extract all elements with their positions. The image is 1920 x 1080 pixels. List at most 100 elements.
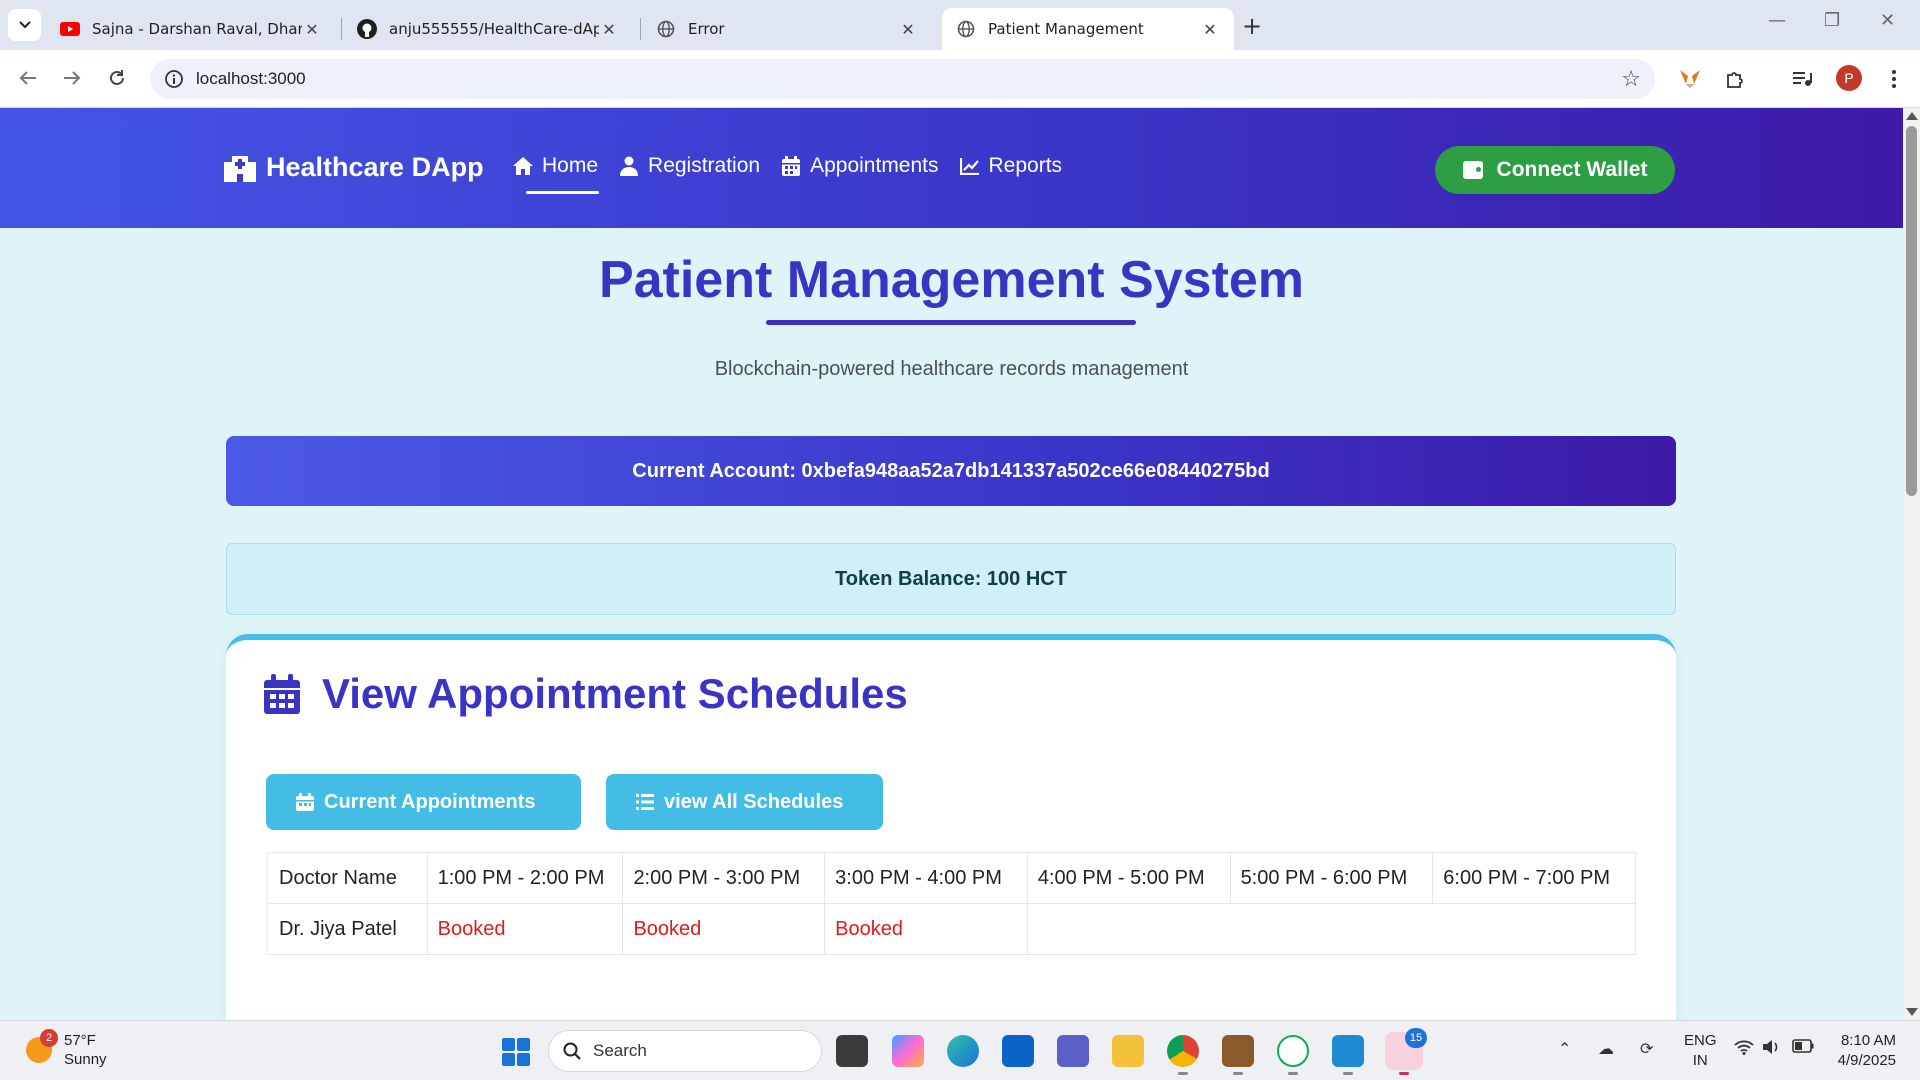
file-explorer-icon[interactable] (1112, 1035, 1144, 1067)
browser-menu-icon[interactable] (1880, 65, 1908, 93)
nav-item-home[interactable]: Home (512, 154, 600, 194)
tab-title: Patient Management (988, 20, 1144, 38)
extensions-puzzle-icon[interactable] (1722, 65, 1750, 93)
task-view-icon[interactable] (836, 1035, 868, 1067)
scroll-down-arrow-icon[interactable] (1906, 1008, 1918, 1016)
new-tab-button[interactable]: + (1242, 12, 1262, 40)
language-code: ENG (1684, 1032, 1717, 1049)
appointment-schedules-card: View Appointment Schedules Current Appoi… (226, 634, 1676, 1020)
system-clock[interactable]: 8:10 AM 4/9/2025 (1838, 1031, 1896, 1071)
forward-button[interactable] (56, 62, 88, 94)
back-button[interactable] (12, 62, 44, 94)
tab-title: Error (688, 20, 725, 38)
taskbar-search[interactable]: Search (548, 1030, 822, 1072)
metamask-icon[interactable] (1676, 65, 1704, 93)
section-title: View Appointment Schedules (322, 670, 908, 717)
restore-icon[interactable]: ❐ (1824, 10, 1840, 31)
browser-tab-patient-management[interactable]: Patient Management ✕ (942, 8, 1234, 50)
browser-tab-github[interactable]: anju555555/HealthCare-dApp: ✕ (343, 8, 633, 50)
vscode-icon[interactable] (1332, 1035, 1364, 1067)
brand-logo[interactable]: Healthcare DApp (224, 152, 484, 183)
running-indicator (1288, 1072, 1298, 1075)
calendar-icon (296, 793, 314, 811)
connect-wallet-label: Connect Wallet (1496, 158, 1648, 181)
bookmark-star-icon[interactable]: ☆ (1621, 67, 1641, 92)
copilot-icon[interactable] (892, 1035, 924, 1067)
page-viewport: Healthcare DApp Home Registration Appoin… (0, 108, 1920, 1020)
search-icon (563, 1042, 581, 1060)
youtube-icon (60, 19, 80, 39)
package-app-icon[interactable] (1222, 1035, 1254, 1067)
chart-line-icon (959, 155, 981, 177)
arrow-left-icon (19, 71, 36, 85)
globe-icon (956, 19, 976, 39)
column-header: Doctor Name (266, 852, 428, 904)
clock-time: 8:10 AM (1840, 1032, 1896, 1049)
nav-label: Appointments (810, 154, 939, 177)
slot-status-cell: Booked (824, 903, 1028, 955)
arrow-right-icon (64, 71, 81, 85)
slot-status-cell: Booked (427, 903, 624, 955)
view-all-schedules-button[interactable]: view All Schedules (606, 774, 883, 830)
button-label: Current Appointments (324, 790, 536, 813)
close-tab-icon[interactable]: ✕ (302, 20, 322, 39)
nav-item-registration[interactable]: Registration (618, 154, 760, 178)
weather-temperature: 57°F (64, 1032, 96, 1049)
app-navbar: Healthcare DApp Home Registration Appoin… (0, 108, 1903, 228)
scroll-thumb[interactable] (1906, 126, 1917, 496)
scroll-up-arrow-icon[interactable] (1906, 112, 1918, 120)
calendar-icon (780, 155, 802, 177)
tab-divider (640, 18, 641, 40)
running-indicator (1343, 1072, 1353, 1075)
current-appointments-button[interactable]: Current Appointments (266, 774, 581, 830)
github-icon (357, 19, 377, 39)
teams-icon[interactable] (1057, 1035, 1089, 1067)
notification-badge: 15 (1405, 1028, 1427, 1048)
onedrive-icon[interactable]: ☁ (1598, 1039, 1614, 1059)
browser-tab-error[interactable]: Error ✕ (642, 8, 932, 50)
nav-item-appointments[interactable]: Appointments (780, 154, 939, 178)
outlook-icon[interactable] (1002, 1035, 1034, 1067)
page-scrollbar[interactable] (1903, 108, 1920, 1020)
site-info-icon[interactable] (164, 69, 184, 89)
running-indicator (1399, 1072, 1409, 1075)
battery-icon[interactable] (1792, 1039, 1814, 1058)
connect-wallet-button[interactable]: Connect Wallet (1435, 146, 1675, 194)
sync-icon[interactable]: ⟳ (1640, 1039, 1653, 1059)
edge-icon[interactable] (947, 1035, 979, 1067)
weather-description: Sunny (64, 1051, 107, 1068)
mongodb-compass-icon[interactable] (1277, 1035, 1309, 1067)
volume-icon[interactable] (1762, 1039, 1782, 1060)
slot-status-cell: Booked (622, 903, 826, 955)
windows-start-icon[interactable] (502, 1038, 530, 1066)
whatsapp-icon[interactable]: 15 (1385, 1028, 1427, 1070)
close-tab-icon[interactable]: ✕ (1200, 20, 1220, 39)
nav-label: Reports (988, 154, 1063, 177)
profile-avatar[interactable]: P (1836, 65, 1862, 91)
minimize-icon[interactable]: — (1768, 10, 1786, 31)
table-header-row: Doctor Name 1:00 PM - 2:00 PM 2:00 PM - … (266, 852, 1636, 904)
nav-item-reports[interactable]: Reports (959, 154, 1063, 178)
address-bar[interactable]: localhost:3000 ☆ (150, 59, 1655, 99)
media-controls-icon[interactable] (1788, 65, 1816, 93)
show-hidden-icons-icon[interactable]: ⌃ (1558, 1039, 1571, 1059)
page-subtitle: Blockchain-powered healthcare records ma… (714, 358, 1189, 380)
reload-button[interactable] (101, 62, 133, 94)
close-tab-icon[interactable]: ✕ (599, 20, 619, 39)
button-label: view All Schedules (664, 790, 844, 813)
chevron-down-icon (18, 21, 31, 29)
input-language[interactable]: ENG IN (1684, 1031, 1717, 1071)
weather-widget[interactable]: 2 57°F Sunny (26, 1029, 107, 1069)
doctor-name-cell: Dr. Jiya Patel (266, 903, 428, 955)
close-window-icon[interactable]: ✕ (1880, 10, 1895, 31)
tab-title: Sajna - Darshan Raval, Dharal S (92, 20, 302, 38)
table-row: Dr. Jiya Patel Booked Booked Booked (266, 903, 1637, 955)
chrome-icon[interactable] (1167, 1035, 1199, 1067)
windows-taskbar: 2 57°F Sunny Search 15 ⌃ ☁ ⟳ ENG IN 8:10… (0, 1020, 1920, 1080)
column-header: 5:00 PM - 6:00 PM (1230, 852, 1434, 904)
close-tab-icon[interactable]: ✕ (898, 20, 918, 39)
running-indicator (1178, 1072, 1188, 1075)
wifi-icon[interactable] (1734, 1039, 1754, 1060)
browser-tab-youtube[interactable]: Sajna - Darshan Raval, Dharal S ✕ (46, 8, 336, 50)
tab-search-button[interactable] (8, 9, 41, 41)
